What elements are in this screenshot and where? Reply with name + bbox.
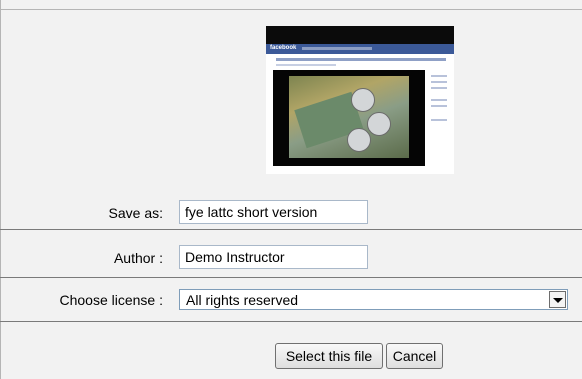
preview-side-panel	[428, 71, 450, 151]
preview-side-line	[431, 99, 447, 101]
preview-page-title	[276, 58, 446, 61]
divider	[0, 277, 582, 278]
save-as-input[interactable]	[179, 200, 368, 224]
preview-disc	[347, 128, 371, 152]
preview-site-logo: facebook	[270, 45, 297, 51]
license-label: Choose license :	[59, 292, 163, 308]
preview-video-player	[273, 70, 425, 166]
author-label: Author :	[113, 250, 163, 266]
preview-side-line	[431, 75, 447, 77]
preview-page-subtitle	[276, 64, 336, 66]
save-as-label: Save as:	[108, 205, 163, 221]
license-select[interactable]: All rights reserved	[179, 289, 568, 310]
preview-side-line	[431, 119, 447, 121]
preview-site-nav	[302, 47, 372, 50]
preview-disc	[367, 112, 391, 136]
select-file-button[interactable]: Select this file	[275, 343, 383, 369]
preview-disc	[351, 88, 375, 112]
license-selected-value: All rights reserved	[186, 292, 299, 308]
preview-side-line	[431, 81, 447, 83]
divider	[0, 321, 582, 322]
file-preview-thumbnail: facebook	[266, 26, 454, 174]
preview-side-line	[431, 87, 447, 89]
author-input[interactable]	[179, 245, 368, 269]
top-divider	[0, 9, 582, 10]
cancel-button[interactable]: Cancel	[386, 343, 443, 369]
preview-side-line	[431, 105, 447, 107]
preview-video-frame	[289, 76, 409, 158]
divider	[0, 229, 582, 230]
chevron-down-icon[interactable]	[549, 291, 566, 308]
